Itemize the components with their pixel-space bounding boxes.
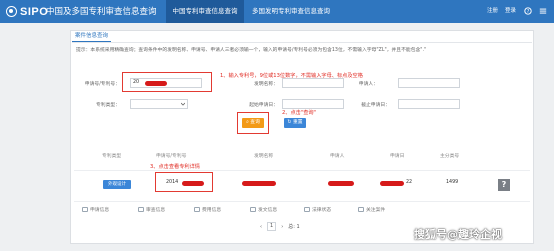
patent-type-label: 专利类型：: [96, 103, 120, 108]
help-icon[interactable]: ?: [524, 7, 532, 15]
search-button[interactable]: ⌕ 查询: [242, 118, 264, 128]
patent-type-select[interactable]: [130, 99, 188, 109]
register-link[interactable]: 注册: [487, 0, 498, 23]
document-icon: [138, 207, 144, 212]
tab-multi-country-query[interactable]: 多国发明专利审查信息查询: [246, 0, 336, 23]
action-follow-case[interactable]: 关注案件: [358, 206, 385, 213]
login-link[interactable]: 登录: [505, 0, 516, 23]
action-label: 审查信息: [146, 208, 166, 213]
help-button[interactable]: ?: [498, 179, 510, 191]
invention-name-input[interactable]: [282, 78, 344, 88]
action-dispatch-info[interactable]: 发文信息: [250, 206, 277, 213]
total-count: 总: 1: [288, 224, 300, 230]
action-label: 发文信息: [258, 208, 278, 213]
tab-case-info-query[interactable]: 案件信息查询: [72, 31, 112, 42]
next-page-button[interactable]: ›: [281, 224, 283, 230]
current-page[interactable]: 1: [267, 222, 277, 231]
reset-button[interactable]: ↻ 重置: [284, 118, 306, 128]
logo-text: SIPO: [20, 5, 49, 18]
search-button-label: 查询: [250, 120, 260, 125]
step2-annotation: 2、点击"查询": [282, 110, 317, 116]
reset-icon: ↻: [287, 120, 292, 125]
redaction-mark: [182, 181, 204, 186]
end-date-label: 截止申请日：: [361, 103, 390, 108]
applicant-input[interactable]: [398, 78, 460, 88]
action-label: 关注案件: [366, 208, 386, 213]
app-no-label: 申请号/专利号：: [84, 82, 120, 87]
applicant-label: 申请人：: [358, 82, 378, 87]
start-date-label: 起始申请日：: [249, 103, 278, 108]
action-examination-info[interactable]: 审查信息: [138, 206, 165, 213]
action-application-info[interactable]: 申请信息: [82, 206, 109, 213]
reset-button-label: 重置: [292, 120, 303, 125]
start-date-input[interactable]: [282, 99, 344, 109]
sipo-logo[interactable]: SIPO: [6, 4, 48, 19]
app-no-link[interactable]: 2014: [166, 180, 178, 185]
star-icon: [358, 207, 364, 212]
redaction-mark: [380, 181, 404, 186]
action-label: 费用信息: [202, 208, 222, 213]
query-hint: 提示：本系统采用精确查询；查询条件中的发明名称、申请号、申请人三者必须输一个，输…: [76, 48, 427, 53]
redaction-mark: [328, 181, 354, 186]
document-icon: [82, 207, 88, 212]
tab-china-patent-query[interactable]: 中国专利审查信息查询: [166, 0, 244, 23]
col-header-date: 申请日: [390, 154, 405, 159]
action-fee-info[interactable]: 费用信息: [194, 206, 221, 213]
redaction-mark: [242, 181, 276, 186]
invention-name-label: 发明名称：: [254, 82, 278, 87]
col-header-type: 专利类型: [102, 154, 122, 159]
watermark: 搜狐号@趣玲企视: [414, 228, 502, 241]
tab-divider: [72, 42, 532, 43]
action-label: 法律状态: [312, 208, 332, 213]
step1-highlight-box: [122, 72, 212, 92]
document-icon: [194, 207, 200, 212]
document-icon: [250, 207, 256, 212]
patent-type-badge: 外观设计: [103, 180, 131, 189]
action-legal-status[interactable]: 法律状态: [304, 206, 331, 213]
prev-page-button[interactable]: ‹: [260, 224, 262, 230]
sipo-logo-icon: [6, 6, 17, 17]
end-date-input[interactable]: [398, 99, 460, 109]
col-header-class: 主分类号: [440, 154, 460, 159]
step3-annotation: 3、点击查看专利详情: [150, 164, 200, 170]
search-icon: ⌕: [246, 120, 249, 125]
pagination: ‹ 1 › 总: 1: [260, 222, 300, 231]
col-header-app-no: 申请号/专利号: [156, 154, 187, 159]
site-title: 中国及多国专利审查信息查询: [46, 7, 157, 17]
action-label: 申请信息: [90, 208, 110, 213]
col-header-applicant: 申请人: [330, 154, 345, 159]
document-icon: [304, 207, 310, 212]
main-class-cell: 1499: [446, 180, 459, 185]
col-header-title: 发明名称: [254, 154, 274, 159]
app-date-cell: 22: [406, 180, 413, 185]
table-row[interactable]: [74, 170, 530, 202]
chevron-down-icon: [181, 102, 185, 106]
menu-icon[interactable]: [539, 7, 547, 15]
